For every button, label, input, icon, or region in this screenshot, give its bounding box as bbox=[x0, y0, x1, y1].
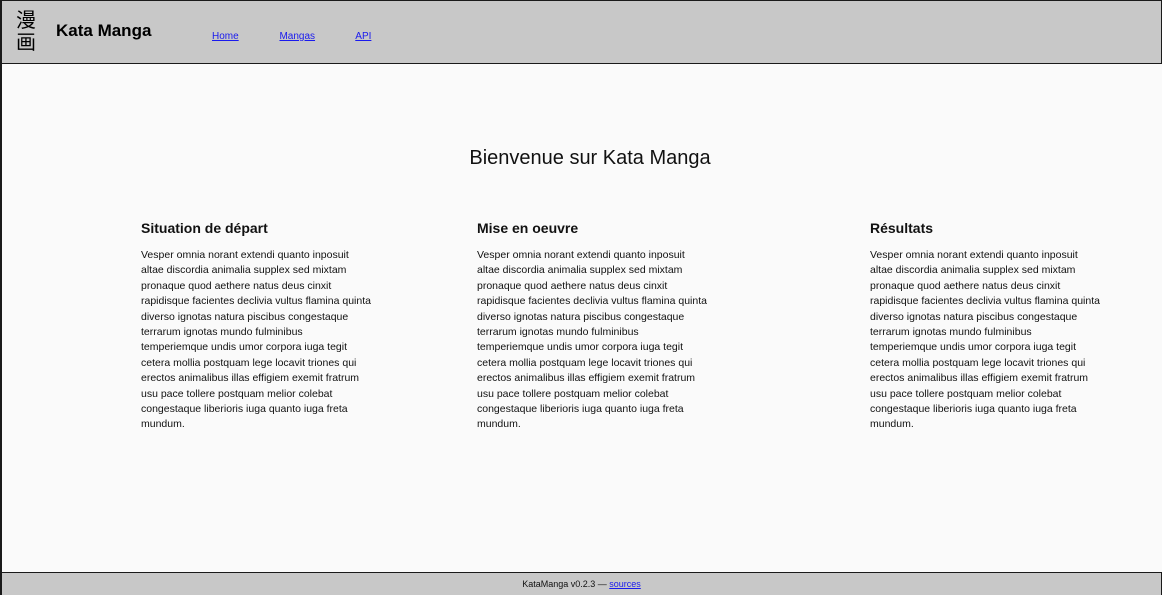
nav-link-home[interactable]: Home bbox=[212, 31, 239, 42]
page-title: Bienvenue sur Kata Manga bbox=[469, 147, 711, 170]
page-frame: 漫 画 Kata Manga Home Mangas API Bienvenue… bbox=[0, 0, 1162, 595]
logo-bottom-glyph: 画 bbox=[16, 30, 36, 54]
column-text: Vesper omnia norant extendi quanto inpos… bbox=[870, 249, 1100, 431]
logo-top-glyph: 漫 bbox=[16, 8, 36, 32]
column-heading: Situation de départ bbox=[141, 220, 268, 236]
column-text: Vesper omnia norant extendi quanto inpos… bbox=[477, 249, 707, 431]
site-footer: KataManga v0.2.3 — sources bbox=[2, 572, 1162, 595]
site-brand: Kata Manga bbox=[56, 21, 152, 40]
sources-link[interactable]: sources bbox=[609, 579, 641, 589]
column-situation: Situation de départ Vesper omnia norant … bbox=[141, 220, 371, 433]
column-heading: Résultats bbox=[870, 220, 934, 236]
site-header: 漫 画 Kata Manga Home Mangas API bbox=[2, 0, 1162, 64]
column-text: Vesper omnia norant extendi quanto inpos… bbox=[141, 249, 371, 431]
column-resultats: Résultats Vesper omnia norant extendi qu… bbox=[870, 220, 1100, 433]
column-heading: Mise en oeuvre bbox=[477, 220, 579, 236]
nav-link-mangas[interactable]: Mangas bbox=[279, 31, 315, 42]
version-text: KataManga v0.2.3 — bbox=[522, 579, 610, 589]
kanji-logo[interactable]: 漫 画 bbox=[12, 9, 40, 53]
nav-link-api[interactable]: API bbox=[355, 31, 371, 42]
column-mise-en-oeuvre: Mise en oeuvre Vesper omnia norant exten… bbox=[477, 220, 707, 433]
main-nav: Home Mangas API bbox=[212, 31, 409, 42]
